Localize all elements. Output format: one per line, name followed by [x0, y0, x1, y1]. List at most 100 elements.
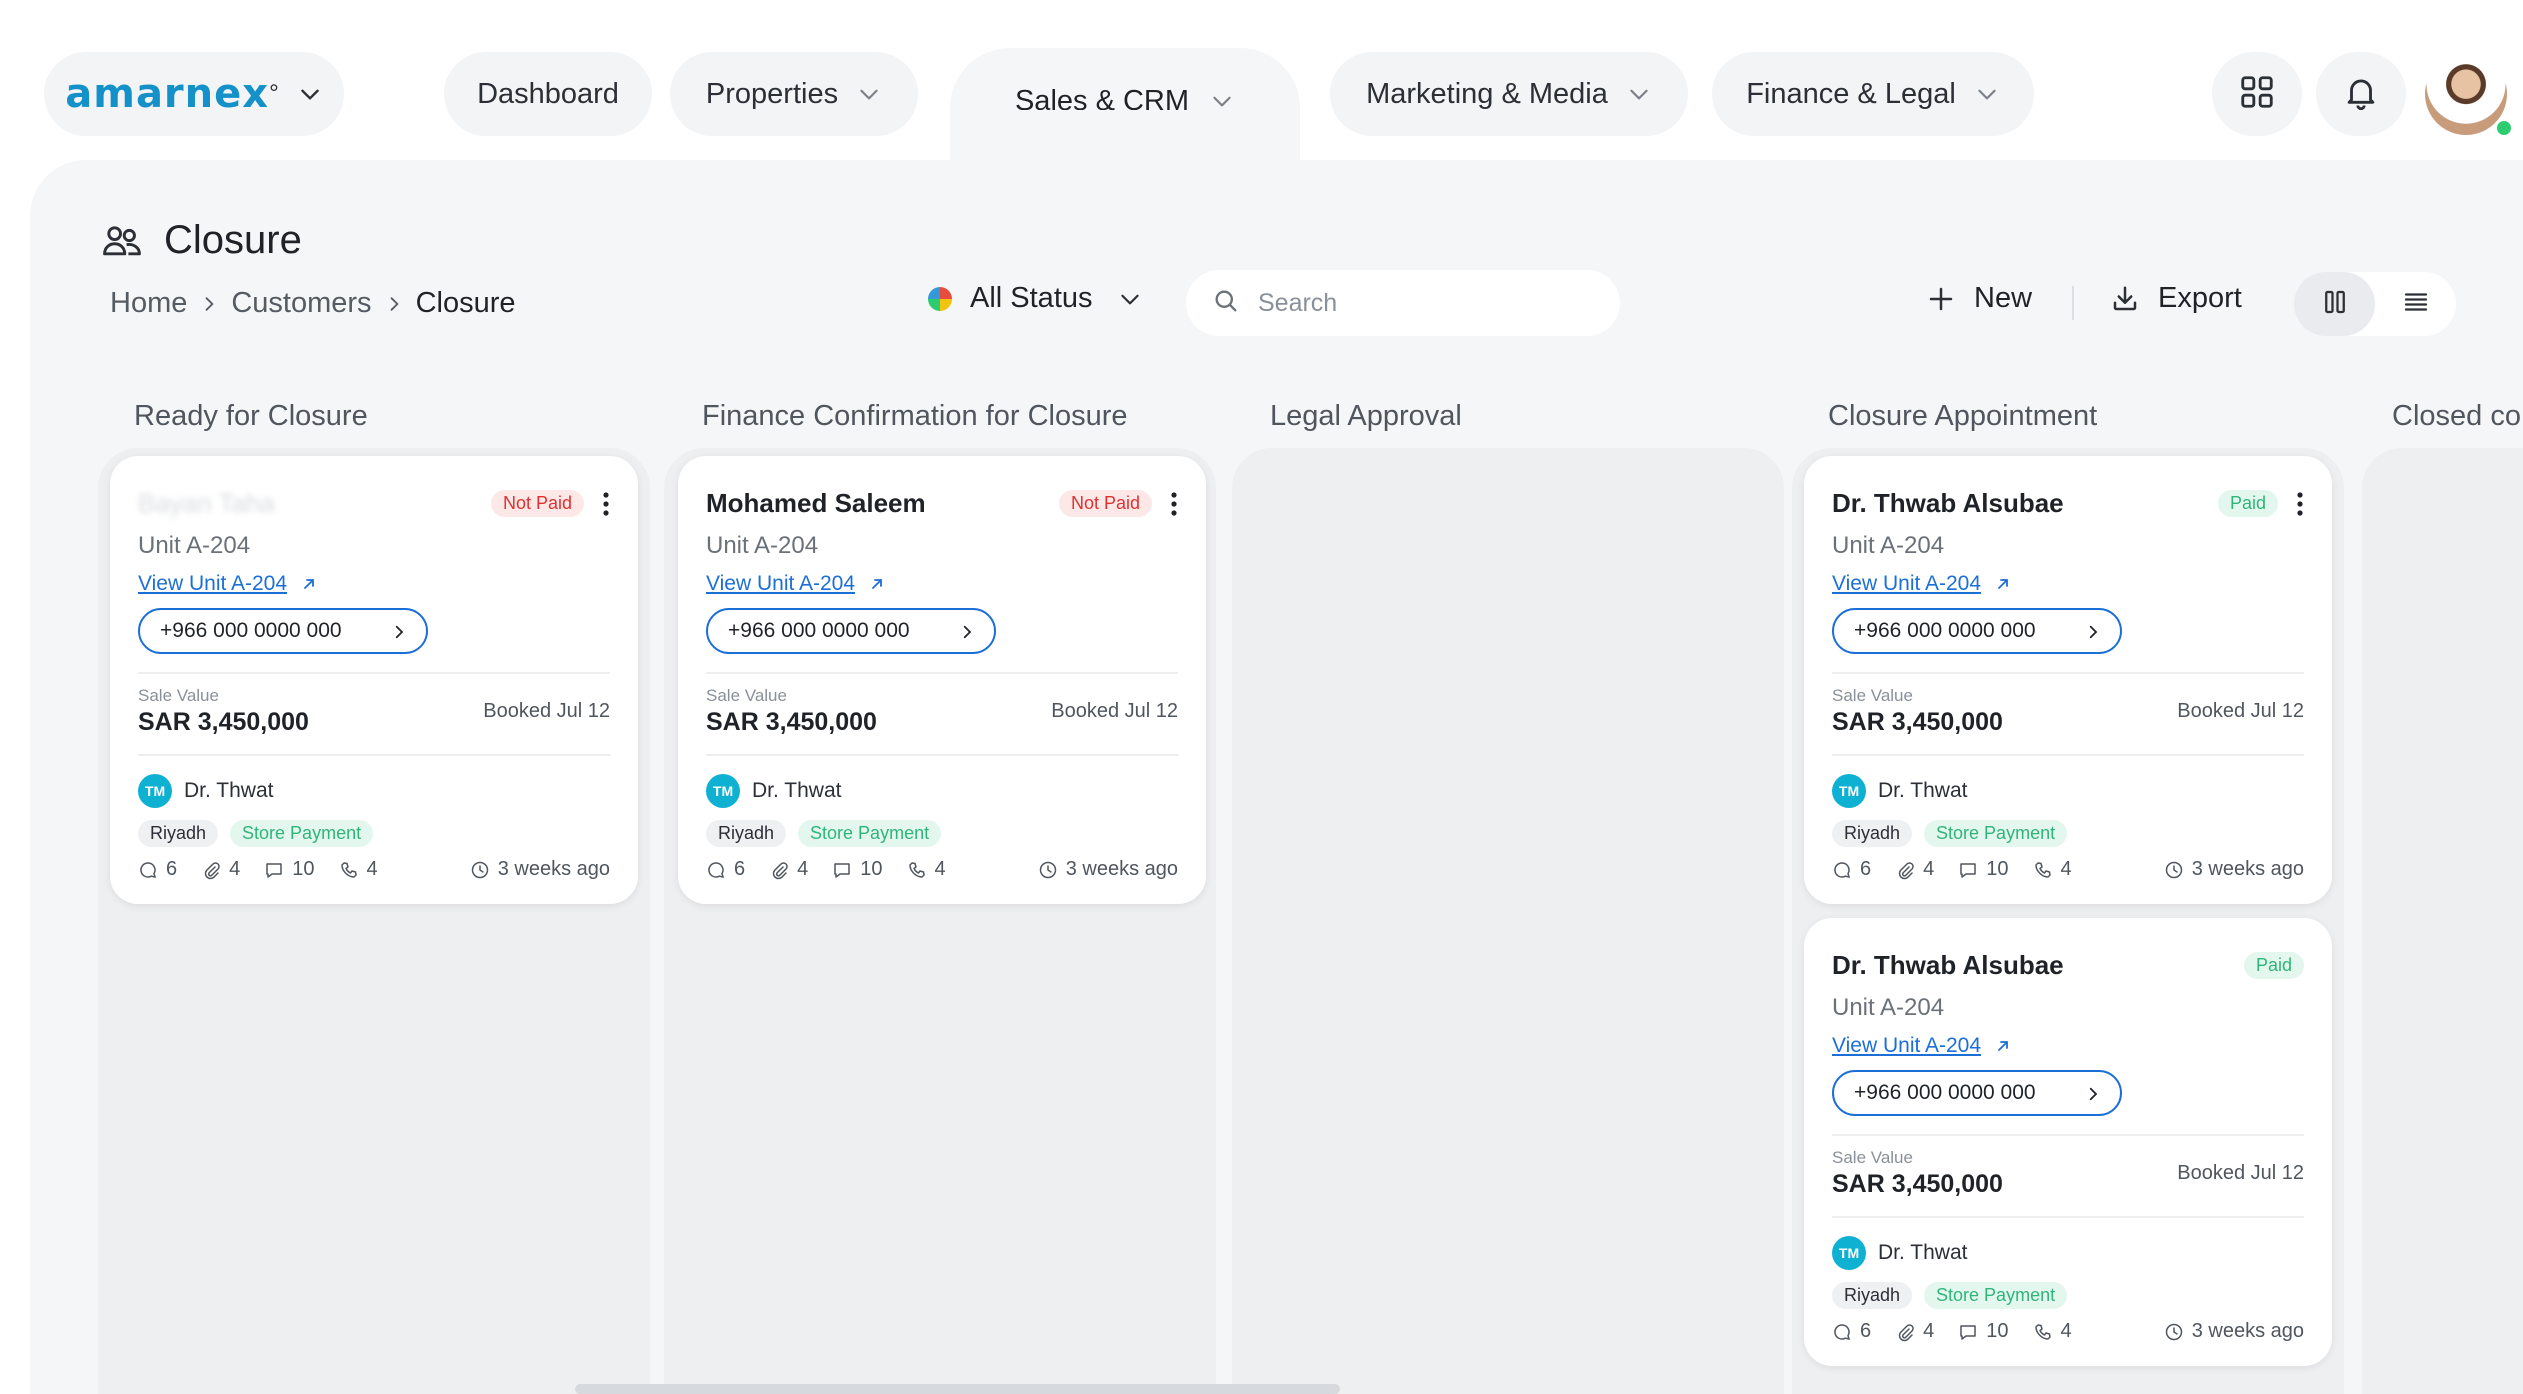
payment-status-badge: Paid [2217, 490, 2278, 517]
closure-card[interactable]: Mohamed Saleem Not Paid Unit A-204 View … [678, 456, 1206, 904]
chevron-down-icon [1626, 81, 1652, 107]
export-button[interactable]: Export [2110, 282, 2242, 315]
chevron-right-icon [384, 294, 404, 314]
closure-card[interactable]: Bayan Taha Not Paid Unit A-204 View Unit… [110, 456, 638, 904]
attachments-count: 4 [797, 858, 809, 880]
phone-number: +966 000 0000 000 [728, 619, 910, 642]
comment-icon [706, 860, 726, 880]
nav-dashboard-label: Dashboard [477, 77, 619, 110]
more-options-icon[interactable] [1170, 490, 1178, 518]
phone-icon [2033, 860, 2053, 880]
customer-name: Dr. Thwab Alsubae [1832, 950, 2064, 980]
booked-date: Booked Jul 12 [483, 700, 610, 722]
sale-value: SAR 3,450,000 [1832, 708, 2003, 736]
view-unit-link[interactable]: View Unit A-204 [706, 572, 885, 596]
view-unit-link-text: View Unit A-204 [706, 572, 856, 595]
customers-icon [100, 219, 144, 263]
comments-stat[interactable]: 6 [1832, 858, 1871, 881]
nav-properties[interactable]: Properties [670, 52, 918, 136]
new-button[interactable]: New [1926, 282, 2032, 315]
columns-icon [2320, 287, 2350, 322]
payment-type-tag: Store Payment [798, 820, 942, 847]
bell-icon [2342, 73, 2380, 116]
closure-card[interactable]: Dr. Thwab Alsubae Paid Unit A-204 View U… [1804, 456, 2332, 904]
closure-card[interactable]: Dr. Thwab Alsubae Paid Unit A-204 View U… [1804, 918, 2332, 1366]
breadcrumb-customers[interactable]: Customers [231, 287, 371, 320]
attachments-stat[interactable]: 4 [1895, 1320, 1934, 1343]
payment-type-tag: Store Payment [1924, 820, 2068, 847]
online-status-indicator [2494, 118, 2514, 138]
card-tags: Riyadh Store Payment [706, 820, 953, 847]
view-unit-link-text: View Unit A-204 [1832, 1034, 1982, 1057]
plus-icon [1926, 284, 1956, 314]
search-input[interactable] [1258, 288, 1588, 318]
nav-finance-legal[interactable]: Finance & Legal [1712, 52, 2034, 136]
agent-name: Dr. Thwat [1878, 1241, 1968, 1264]
more-options-icon[interactable] [2296, 490, 2304, 518]
calls-stat[interactable]: 4 [907, 858, 946, 881]
status-filter-dropdown[interactable]: All Status [928, 282, 1143, 315]
active-tab-connector [960, 110, 1290, 170]
brand-switcher[interactable]: amarnex ° [44, 52, 344, 136]
board-view-button[interactable] [2294, 272, 2375, 336]
paperclip-icon [1895, 1322, 1915, 1342]
phone-button[interactable]: +966 000 0000 000 [706, 608, 996, 654]
customer-name: Dr. Thwab Alsubae [1832, 488, 2064, 518]
calls-stat[interactable]: 4 [2033, 1320, 2072, 1343]
comments-stat[interactable]: 6 [138, 858, 177, 881]
phone-icon [339, 860, 359, 880]
agent-avatar: TM [706, 774, 740, 808]
chevron-down-icon [1117, 286, 1143, 312]
view-unit-link[interactable]: View Unit A-204 [1832, 572, 2011, 596]
comments-stat[interactable]: 6 [706, 858, 745, 881]
card-header: Bayan Taha Not Paid [138, 488, 610, 519]
phone-button[interactable]: +966 000 0000 000 [1832, 608, 2122, 654]
sale-value-label: Sale Value [706, 686, 787, 705]
attachments-stat[interactable]: 4 [1895, 858, 1934, 881]
more-options-icon[interactable] [602, 490, 610, 518]
last-activity-text: 3 weeks ago [497, 858, 610, 880]
card-stats: 6 4 10 4 3 weeks ago [138, 858, 610, 881]
breadcrumb-home[interactable]: Home [110, 287, 187, 320]
nav-properties-label: Properties [705, 77, 839, 110]
payment-status-badge: Not Paid [1058, 490, 1152, 517]
nav-marketing-media[interactable]: Marketing & Media [1330, 52, 1688, 136]
list-view-button[interactable] [2375, 272, 2456, 336]
phone-button[interactable]: +966 000 0000 000 [138, 608, 428, 654]
attachments-stat[interactable]: 4 [201, 858, 240, 881]
message-icon [1958, 1322, 1978, 1342]
agent-avatar: TM [1832, 774, 1866, 808]
notifications-button[interactable] [2316, 52, 2406, 136]
column-title-legal: Legal Approval [1270, 400, 1462, 432]
column-legal [1232, 448, 1784, 1394]
view-toggle [2294, 272, 2456, 336]
calls-stat[interactable]: 4 [2033, 858, 2072, 881]
horizontal-scrollbar[interactable] [575, 1384, 1340, 1394]
apps-button[interactable] [2212, 52, 2302, 136]
external-link-icon [869, 576, 885, 592]
calls-stat[interactable]: 4 [339, 858, 378, 881]
attachments-stat[interactable]: 4 [769, 858, 808, 881]
messages-stat[interactable]: 10 [832, 858, 883, 881]
comments-count: 6 [1860, 1320, 1872, 1342]
calls-count: 4 [934, 858, 946, 880]
clock-icon [1038, 860, 1058, 880]
messages-stat[interactable]: 10 [1958, 1320, 2009, 1343]
messages-stat[interactable]: 10 [1958, 858, 2009, 881]
sale-value: SAR 3,450,000 [1832, 1170, 2003, 1198]
breadcrumb: Home Customers Closure [110, 287, 516, 320]
agent-name: Dr. Thwat [1878, 779, 1968, 802]
view-unit-link[interactable]: View Unit A-204 [1832, 1034, 2011, 1058]
comments-stat[interactable]: 6 [1832, 1320, 1871, 1343]
agent-avatar: TM [1832, 1236, 1866, 1270]
view-unit-link[interactable]: View Unit A-204 [138, 572, 317, 596]
messages-stat[interactable]: 10 [264, 858, 315, 881]
city-tag: Riyadh [138, 820, 219, 847]
chevron-right-icon [199, 294, 219, 314]
payment-status-badge: Not Paid [490, 490, 584, 517]
status-color-icon [928, 286, 952, 311]
phone-button[interactable]: +966 000 0000 000 [1832, 1070, 2122, 1116]
nav-dashboard[interactable]: Dashboard [444, 52, 652, 136]
card-divider [1832, 754, 2304, 756]
comment-icon [138, 860, 158, 880]
